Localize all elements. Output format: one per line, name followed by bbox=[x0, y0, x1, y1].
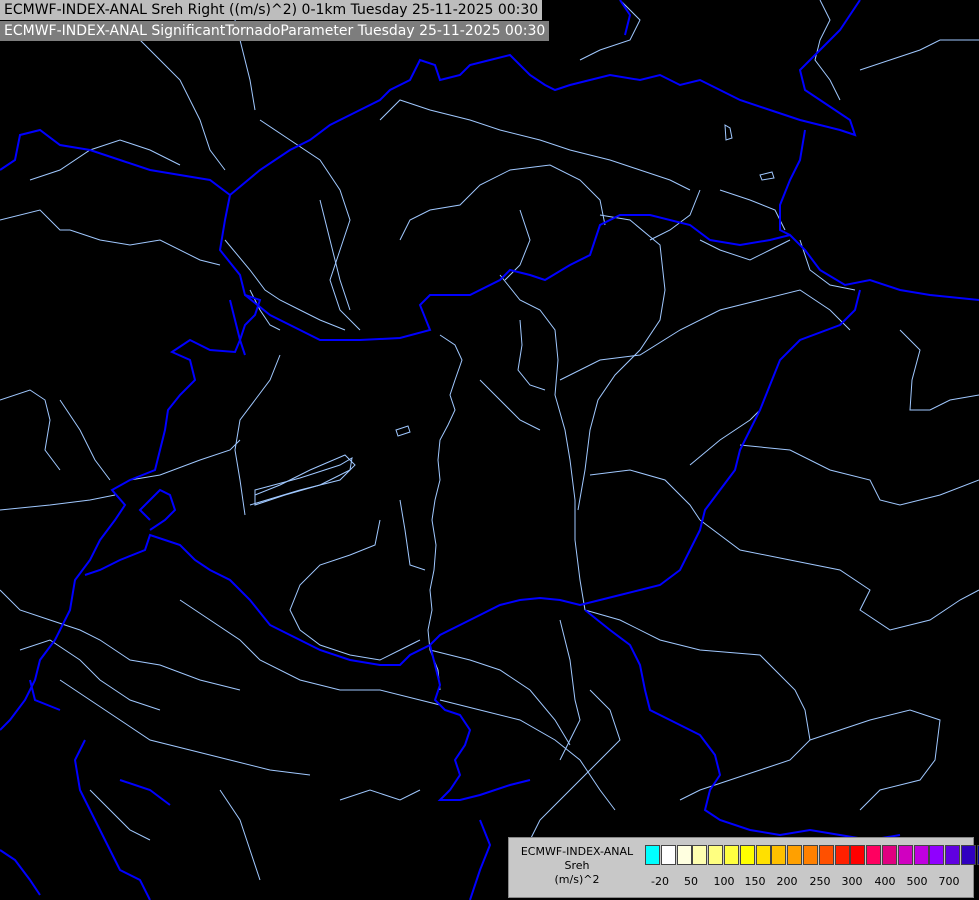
legend-swatch bbox=[881, 845, 897, 865]
legend-tick-label: 300 bbox=[841, 875, 863, 888]
legend-swatch bbox=[787, 845, 803, 865]
legend-swatch bbox=[929, 845, 945, 865]
legend-tick-label: 50 bbox=[684, 875, 698, 888]
legend-swatch bbox=[913, 845, 929, 865]
legend-swatch bbox=[960, 845, 976, 865]
color-legend: ECMWF-INDEX-ANAL Sreh (m/s)^2 -20 50 100 15… bbox=[508, 837, 979, 898]
legend-swatch bbox=[945, 845, 961, 865]
legend-swatch bbox=[739, 845, 755, 865]
legend-line-1: ECMWF-INDEX-ANAL bbox=[520, 845, 634, 858]
legend-tick-label: 100 bbox=[713, 875, 735, 888]
legend-swatch bbox=[897, 845, 913, 865]
legend-swatch bbox=[660, 845, 676, 865]
legend-swatch bbox=[692, 845, 708, 865]
legend-swatch bbox=[818, 845, 834, 865]
legend-swatch bbox=[755, 845, 771, 865]
legend-tick-label: 250 bbox=[809, 875, 831, 888]
title-line-1: ECMWF-INDEX-ANAL Sreh Right ((m/s)^2) 0-… bbox=[0, 0, 543, 20]
legend-line-2: Sreh bbox=[564, 859, 590, 872]
legend-tick-label: -20 bbox=[651, 875, 669, 888]
legend-swatch bbox=[771, 845, 787, 865]
legend-swatch bbox=[866, 845, 882, 865]
title-line-2: ECMWF-INDEX-ANAL SignificantTornadoParam… bbox=[0, 21, 550, 41]
legend-swatch bbox=[676, 845, 692, 865]
legend-line-3: (m/s)^2 bbox=[554, 873, 600, 886]
legend-swatch bbox=[645, 845, 660, 865]
map-canvas bbox=[0, 0, 979, 900]
legend-swatches bbox=[645, 845, 979, 865]
legend-swatch bbox=[708, 845, 724, 865]
legend-label: ECMWF-INDEX-ANAL Sreh (m/s)^2 bbox=[513, 845, 641, 887]
legend-tick-label: 150 bbox=[744, 875, 766, 888]
legend-swatch bbox=[723, 845, 739, 865]
legend-tick-label: 200 bbox=[776, 875, 798, 888]
legend-tick-label: 500 bbox=[906, 875, 928, 888]
legend-ticks: -20 50 100 150 200 250 300 400 500 700 bbox=[645, 875, 969, 889]
legend-swatch bbox=[850, 845, 866, 865]
legend-swatch bbox=[802, 845, 818, 865]
legend-tick-label: 700 bbox=[938, 875, 960, 888]
legend-swatch bbox=[834, 845, 850, 865]
legend-tick-label: 400 bbox=[874, 875, 896, 888]
